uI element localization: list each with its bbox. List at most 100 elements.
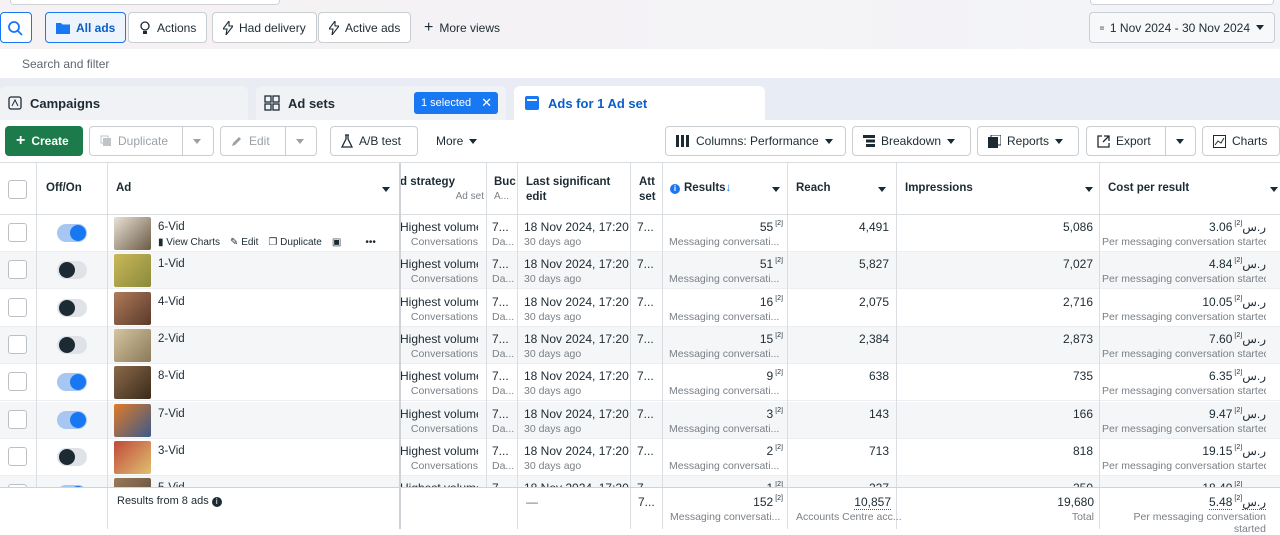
view-charts-link[interactable]: ▮ View Charts (158, 237, 220, 248)
status-toggle[interactable] (57, 298, 87, 317)
last-edit-sub: 30 days ago (524, 347, 582, 360)
breakdown-label: Breakdown (881, 134, 942, 148)
status-toggle[interactable] (57, 410, 87, 429)
col-results[interactable]: i Results↓ (670, 163, 784, 215)
last-edit: 18 Nov 2024, 17:20 (524, 369, 629, 384)
breakdown-button[interactable]: Breakdown (852, 126, 971, 156)
ad-thumbnail[interactable] (114, 366, 151, 400)
more-options-icon[interactable]: ••• (365, 237, 376, 248)
chevron-down-icon (1085, 187, 1093, 192)
col-att[interactable]: Att set (639, 163, 659, 215)
actions-button[interactable]: Actions (128, 12, 208, 43)
ad-thumbnail[interactable] (114, 403, 151, 437)
search-button[interactable] (0, 12, 32, 43)
active-ads-button[interactable]: Active ads (318, 12, 412, 43)
ad-thumbnail[interactable] (114, 291, 151, 325)
col-offon[interactable]: Off/On (46, 163, 106, 215)
ab-test-button[interactable]: A/B test (330, 126, 418, 156)
status-toggle[interactable] (57, 261, 87, 280)
row-checkbox[interactable] (8, 223, 27, 242)
all-ads-button[interactable]: All ads (45, 12, 127, 43)
selected-badge[interactable]: 1 selected ✕ (414, 92, 498, 114)
reach: 143 (868, 406, 889, 421)
duplicate-label: Duplicate (118, 134, 169, 148)
ad-name[interactable]: 6-Vid (158, 221, 185, 233)
duplicate-dropdown[interactable] (182, 126, 214, 156)
charts-button[interactable]: Charts (1202, 126, 1280, 156)
col-impressions[interactable]: Impressions (905, 163, 1097, 215)
more-views-label: More views (439, 20, 501, 35)
status-toggle[interactable] (57, 224, 87, 242)
ad-name[interactable]: 1-Vid (158, 258, 185, 270)
edit-dropdown[interactable] (285, 126, 317, 156)
totals-reach-sub: Accounts Centre acc... (796, 511, 902, 523)
status-toggle[interactable] (57, 447, 87, 466)
status-toggle[interactable] (57, 335, 87, 354)
totals-cost-sub: Per messaging conversation started (1133, 511, 1267, 535)
status-toggle[interactable] (57, 373, 87, 392)
reports-button[interactable]: Reports (977, 126, 1079, 156)
row-checkbox[interactable] (8, 372, 27, 392)
col-strategy-sub: Ad set (455, 191, 484, 202)
table-row[interactable]: 7-Vid Highest volume Conversations 7... Da..… (0, 401, 1280, 439)
more-views-button[interactable]: + More views (414, 12, 510, 43)
col-ad[interactable]: Ad (116, 163, 396, 215)
had-delivery-button[interactable]: Had delivery (212, 12, 317, 43)
results-sub: Messaging conversati... (669, 310, 780, 323)
table-row[interactable]: 4-Vid Highest volume Conversations 7... Da..… (0, 290, 1280, 327)
columns-button[interactable]: Columns: Performance (665, 126, 846, 156)
table-row[interactable]: 1-Vid Highest volume Conversations 7... Da..… (0, 252, 1280, 290)
col-strategy[interactable]: d strategy Ad set (400, 163, 484, 215)
impressions: 5,086 (1062, 220, 1093, 234)
more-button[interactable]: More (426, 126, 494, 156)
ad-name[interactable]: 7-Vid (158, 408, 185, 420)
col-budget[interactable]: Buc A... (494, 163, 516, 215)
edit-button[interactable]: Edit (220, 126, 286, 156)
last-edit: 18 Nov 2024, 17:20 (524, 443, 629, 458)
export-dropdown[interactable] (1165, 126, 1196, 156)
create-button[interactable]: + Create (5, 126, 83, 156)
ad-name[interactable]: 4-Vid (158, 296, 185, 308)
ad-thumbnail[interactable] (114, 217, 151, 250)
row-checkbox[interactable] (8, 334, 27, 354)
col-reach[interactable]: Reach (796, 163, 890, 215)
col-last-edit[interactable]: Last significant edit (526, 163, 626, 215)
edit-link[interactable]: ✎ Edit (230, 237, 258, 248)
ad-name[interactable]: 3-Vid (158, 445, 185, 457)
arrow-down-icon: ↓ (725, 182, 732, 194)
toggle-knob (70, 411, 86, 428)
budget: 7... (492, 406, 509, 421)
preview-icon[interactable]: ▣ (332, 237, 341, 248)
ad-thumbnail[interactable] (114, 254, 151, 288)
duplicate-link[interactable]: ❐ Duplicate (268, 237, 321, 248)
impressions: 818 (1072, 443, 1093, 458)
row-checkbox[interactable] (8, 260, 27, 280)
totals-results: 152 [2] (753, 495, 783, 509)
table-row[interactable]: 3-Vid Highest volume Conversations 7... Da..… (0, 439, 1280, 476)
row-checkbox[interactable] (8, 409, 27, 429)
ab-test-label: A/B test (359, 134, 402, 148)
export-button[interactable]: Export (1086, 126, 1166, 156)
impressions: 166 (1072, 406, 1093, 421)
table-row[interactable]: 6-Vid ▮ View Charts ✎ Edit ❐ Duplicate ▣ ••• H… (0, 215, 1280, 252)
select-all-checkbox[interactable] (8, 180, 27, 199)
col-cost[interactable]: Cost per result (1108, 163, 1278, 215)
ad-name[interactable]: 8-Vid (158, 370, 185, 382)
close-icon[interactable]: ✕ (481, 95, 492, 111)
date-range-picker[interactable]: 1 Nov 2024 - 30 Nov 2024 (1089, 12, 1275, 43)
search-input[interactable]: Search and filter (0, 49, 1280, 78)
row-checkbox[interactable] (8, 446, 27, 466)
chevron-down-icon (193, 138, 201, 144)
tab-campaigns[interactable]: Campaigns (0, 86, 248, 120)
chevron-down-icon (772, 187, 780, 192)
table-row[interactable]: 2-Vid Highest volume Conversations 7... Da..… (0, 326, 1280, 364)
duplicate-button[interactable]: Duplicate (89, 126, 183, 156)
ad-thumbnail[interactable] (114, 328, 151, 362)
level-tabs: Campaigns Ad sets Ads for 1 Ad set (0, 78, 1280, 120)
ad-thumbnail[interactable] (114, 440, 151, 474)
table-row[interactable]: 8-Vid Highest volume Conversations 7... Da..… (0, 364, 1280, 402)
tab-ads[interactable]: Ads for 1 Ad set (514, 86, 765, 120)
export-icon (1097, 134, 1110, 148)
ad-name[interactable]: 2-Vid (158, 333, 185, 345)
row-checkbox[interactable] (8, 297, 27, 317)
